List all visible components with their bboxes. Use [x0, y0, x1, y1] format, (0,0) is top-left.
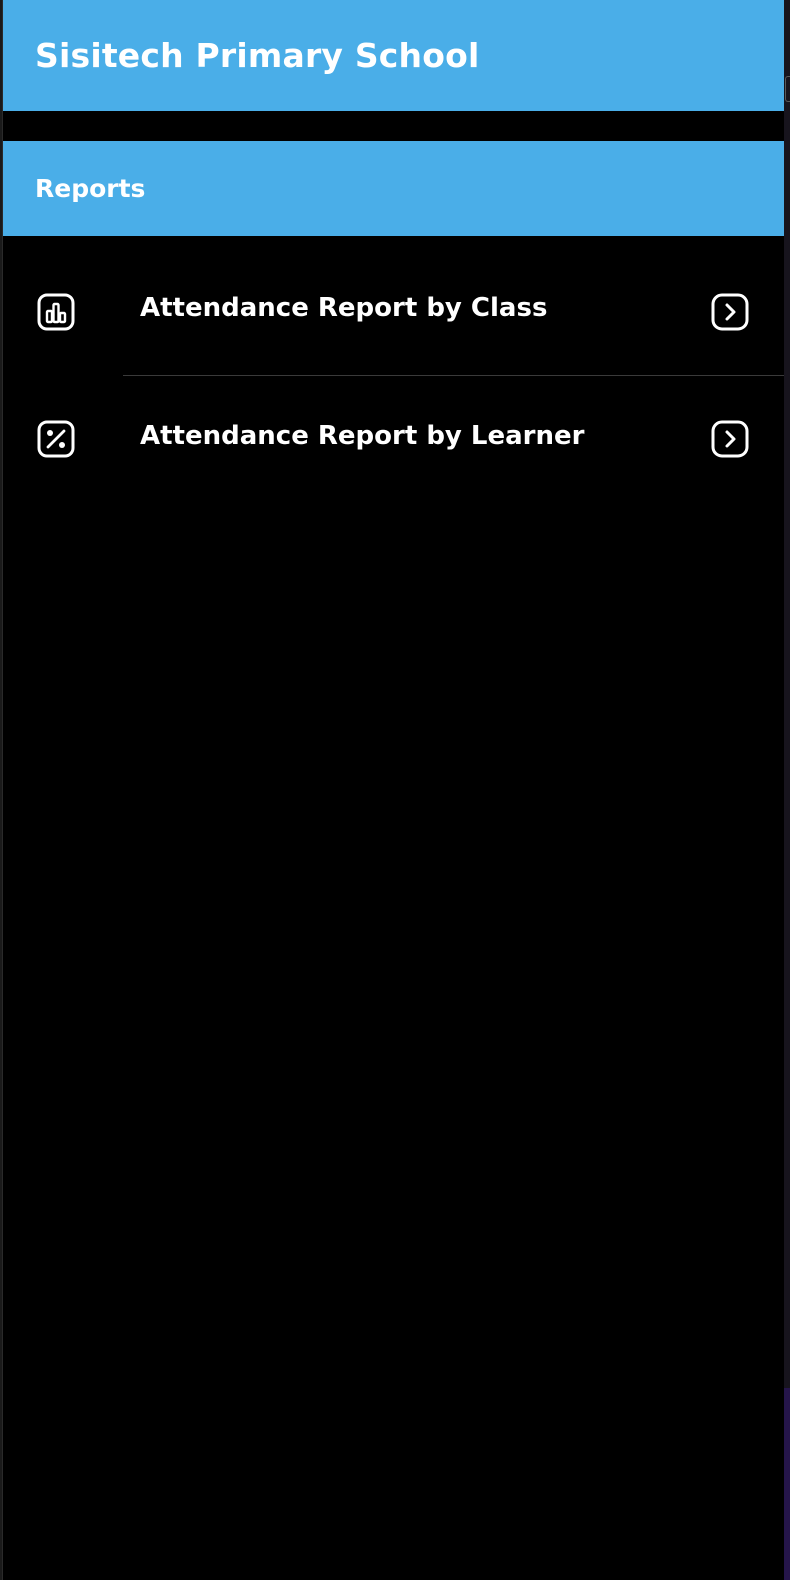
report-item-label: Attendance Report by Class: [140, 293, 548, 323]
report-item-label: Attendance Report by Learner: [140, 421, 585, 451]
window-edge-right: [784, 0, 790, 1580]
screen: Sisitech Primary School Reports Attendan…: [0, 0, 790, 1580]
app-title: Sisitech Primary School: [35, 36, 480, 75]
section-header: Reports: [3, 141, 785, 236]
background-accent: [784, 1388, 790, 1580]
app-header: Sisitech Primary School: [3, 0, 785, 111]
chevron-right-icon: [711, 420, 749, 458]
bar-chart-icon: [37, 293, 75, 331]
report-item-by-learner[interactable]: Attendance Report by Learner: [3, 376, 785, 504]
report-item-by-class[interactable]: Attendance Report by Class: [3, 248, 785, 376]
percent-icon: [37, 420, 75, 458]
section-title: Reports: [35, 174, 146, 203]
scroll-handle[interactable]: [785, 76, 790, 102]
chevron-right-icon: [711, 293, 749, 331]
reports-panel: Sisitech Primary School Reports Attendan…: [2, 0, 785, 1580]
